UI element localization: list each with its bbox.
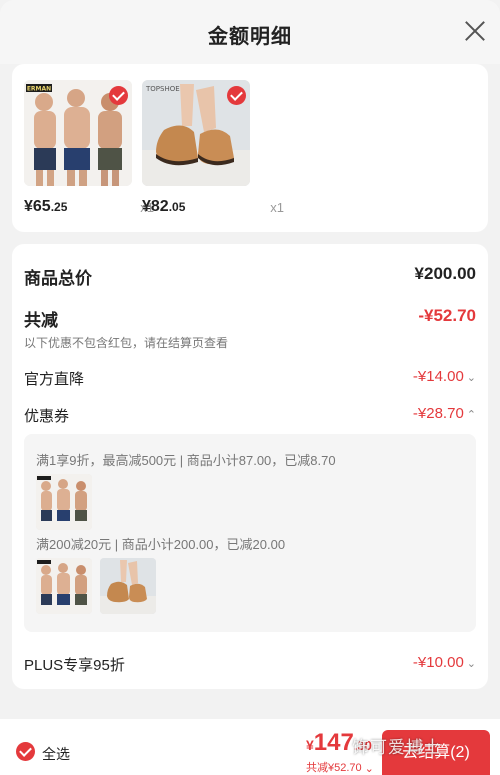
- amount-details-card: 商品总价 ¥200.00 共减 -¥52.70 以下优惠不包含红包，请在结算页查…: [12, 244, 488, 689]
- brand-tag: TOPSHOE: [145, 85, 180, 93]
- product-item[interactable]: ERMAN ¥65.25 x1: [24, 80, 154, 215]
- product-qty: x1: [270, 200, 284, 215]
- total-reduce-summary[interactable]: 共减¥52.70 ⌄: [306, 759, 374, 775]
- goods-total-label: 商品总价: [24, 269, 92, 288]
- product-image[interactable]: ERMAN: [24, 80, 132, 186]
- official-discount-value: -¥14.00: [412, 368, 464, 385]
- coupon-product-thumb: [36, 558, 92, 614]
- coupon-amount: -¥28.70 ⌃: [413, 405, 476, 422]
- coupon-rule-2: 满200减20元 | 商品小计200.00，已减20.00: [36, 537, 286, 552]
- amount-detail-sheet: 金额明细 ERMAN ¥65.25 x1 TOPSHOE ¥82.05 x1 商…: [0, 0, 500, 775]
- product-price-row: ¥82.05 x1: [142, 198, 284, 218]
- total-price-int: 147: [313, 729, 354, 756]
- checkout-bar: 全选 ¥147.30 共减¥52.70 ⌄ 去结算(2) 饰可爱博士: [0, 719, 500, 775]
- total-reduce-label: 共减: [24, 311, 58, 330]
- official-discount-amount: -¥14.00 ⌄: [413, 368, 476, 385]
- selected-check-icon[interactable]: [227, 86, 246, 105]
- reduce-note: 以下优惠不包含红包，请在结算页查看: [24, 336, 229, 350]
- total-reduce-value: -¥52.70: [418, 306, 476, 325]
- chevron-down-icon[interactable]: ⌄: [365, 762, 374, 775]
- underwear-thumb-image: [36, 474, 92, 530]
- select-all-check-icon[interactable]: [16, 742, 35, 761]
- underwear-thumb-image: [36, 558, 92, 614]
- chevron-down-icon[interactable]: ⌄: [467, 371, 476, 384]
- coupon-detail-box: 满1享9折，最高减500元 | 商品小计87.00，已减8.70 满200减20…: [24, 434, 476, 632]
- coupon-product-thumb: [36, 474, 92, 530]
- product-price-dec: .25: [50, 200, 68, 214]
- selected-check-icon[interactable]: [109, 86, 128, 105]
- product-card: ERMAN ¥65.25 x1 TOPSHOE ¥82.05 x1: [12, 64, 488, 232]
- coupon-value: -¥28.70: [412, 405, 464, 422]
- brand-tag: ERMAN: [27, 86, 51, 93]
- boots-thumb-image: [100, 558, 156, 614]
- product-price-dec: .05: [168, 200, 186, 214]
- total-price-symbol: ¥: [306, 737, 314, 753]
- plus-discount-value: -¥10.00: [412, 654, 464, 671]
- sheet-header: 金额明细: [0, 0, 500, 64]
- sheet-title: 金额明细: [208, 26, 292, 48]
- product-price-int: ¥65: [24, 198, 51, 215]
- product-image[interactable]: TOPSHOE: [142, 80, 250, 186]
- select-all-label[interactable]: 全选: [42, 744, 70, 764]
- product-price-row: ¥65.25 x1: [24, 198, 154, 218]
- coupon-rule-1: 满1享9折，最高减500元 | 商品小计87.00，已减8.70: [36, 453, 336, 468]
- goods-total-value: ¥200.00: [414, 264, 476, 283]
- product-item[interactable]: TOPSHOE ¥82.05 x1: [142, 80, 284, 215]
- chevron-up-icon[interactable]: ⌃: [467, 408, 476, 421]
- product-price-int: ¥82: [142, 198, 169, 215]
- coupon-product-thumb: [100, 558, 156, 614]
- coupon-label: 优惠券: [24, 408, 70, 425]
- chevron-down-icon[interactable]: ⌄: [467, 657, 476, 670]
- close-icon[interactable]: [464, 20, 486, 42]
- total-reduce-text: 共减¥52.70: [306, 762, 362, 774]
- official-discount-label: 官方直降: [24, 371, 85, 388]
- watermark-text: 饰可爱博士: [352, 738, 442, 757]
- plus-discount-amount: -¥10.00 ⌄: [413, 654, 476, 671]
- plus-discount-label: PLUS专享95折: [24, 657, 125, 674]
